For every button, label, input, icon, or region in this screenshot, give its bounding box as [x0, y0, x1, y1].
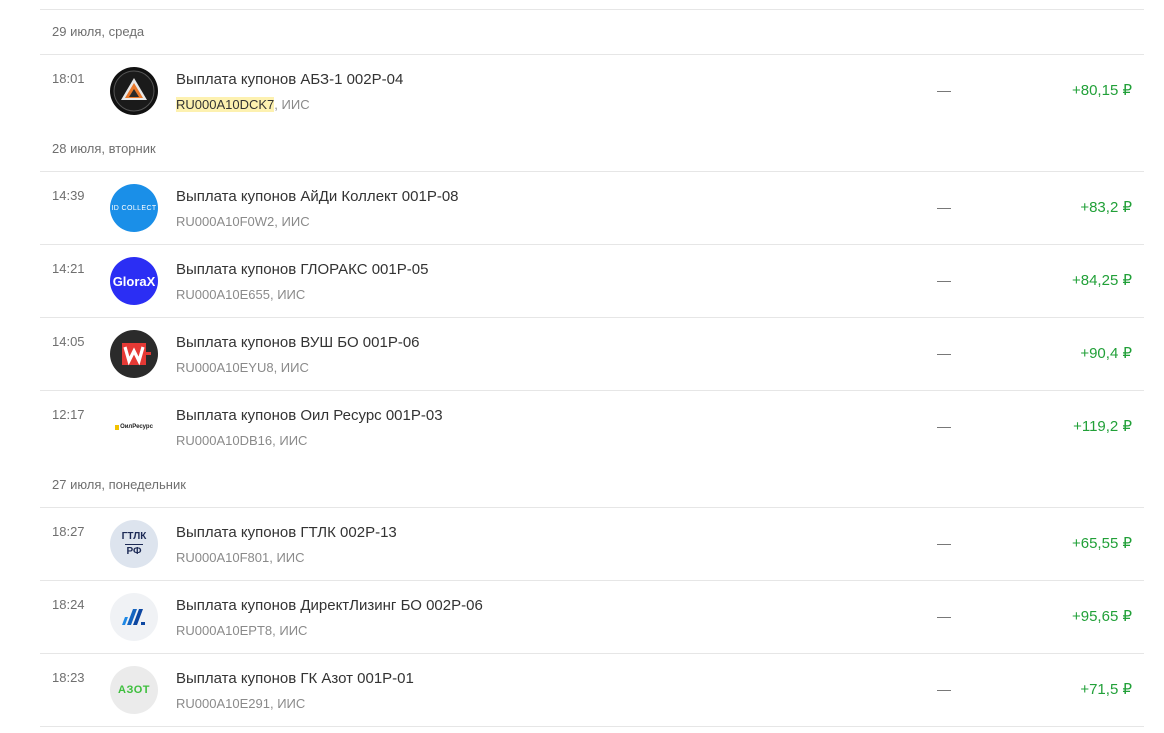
operation-subtitle: RU000A10E291, ИИС	[176, 696, 305, 712]
account-label: , ИИС	[272, 433, 308, 448]
divider	[40, 9, 1144, 10]
isin-code: RU000A10E655	[176, 287, 270, 302]
operation-dash: —	[937, 535, 951, 551]
operation-title: Выплата купонов ГТЛК 002Р-13	[176, 524, 397, 541]
gtlk-logo-icon: ГТЛК РФ	[110, 520, 158, 568]
glorax-logo-icon: GloraX	[110, 257, 158, 305]
operation-amount: +83,2 ₽	[1080, 199, 1132, 216]
operation-dash: —	[937, 272, 951, 288]
operation-subtitle: RU000A10F0W2, ИИС	[176, 214, 310, 230]
abz-1-logo-icon	[110, 67, 158, 115]
operation-amount: +80,15 ₽	[1071, 82, 1132, 99]
account-label: , ИИС	[274, 97, 310, 112]
operation-time: 18:24	[52, 597, 85, 612]
operation-row[interactable]: 18:24 Выплата купонов ДиректЛизинг БО 00…	[40, 581, 1144, 653]
operation-time: 14:05	[52, 334, 85, 349]
operation-title: Выплата купонов ДиректЛизинг БО 002P-06	[176, 597, 483, 614]
account-label: , ИИС	[274, 214, 310, 229]
operation-row[interactable]: 12:17 ОилРесурс Выплата купонов Оил Ресу…	[40, 391, 1144, 463]
operation-title: Выплата купонов Оил Ресурс 001P-03	[176, 407, 443, 424]
account-label: , ИИС	[269, 287, 306, 302]
date-header: 27 июля, понедельник	[52, 477, 186, 492]
operation-time: 14:21	[52, 261, 85, 276]
operation-title: Выплата купонов АБЗ-1 002P-04	[176, 71, 404, 88]
account-label: , ИИС	[273, 360, 309, 375]
operation-dash: —	[937, 418, 951, 434]
operation-time: 18:27	[52, 524, 85, 539]
isin-code: RU000A10E291	[176, 696, 270, 711]
operation-time: 14:39	[52, 188, 85, 203]
azot-logo-icon: АЗОТ	[110, 666, 158, 714]
whoosh-logo-icon	[110, 330, 158, 378]
operation-amount: +95,65 ₽	[1071, 608, 1132, 625]
isin-code: RU000A10DB16	[176, 433, 273, 448]
operation-title: Выплата купонов ГЛОРАКС 001Р-05	[176, 261, 429, 278]
operation-dash: —	[937, 345, 951, 361]
divider	[40, 726, 1144, 727]
operation-amount: +119,2 ₽	[1073, 418, 1132, 435]
account-label: , ИИС	[272, 623, 308, 638]
isin-code: RU000A10EYU8	[176, 360, 274, 375]
operation-time: 18:23	[52, 670, 85, 685]
account-label: , ИИС	[269, 696, 306, 711]
date-header: 28 июля, вторник	[52, 141, 156, 156]
operation-title: Выплата купонов ВУШ БО 001P-06	[176, 334, 420, 351]
operation-subtitle: RU000A10F801, ИИС	[176, 550, 305, 566]
operation-time: 12:17	[52, 407, 85, 422]
direct-leasing-logo-icon	[110, 593, 158, 641]
operation-amount: +90,4 ₽	[1080, 345, 1132, 362]
operation-subtitle: RU000A10E655, ИИС	[176, 287, 305, 303]
operation-dash: —	[937, 82, 951, 98]
operation-row[interactable]: 14:21 GloraX Выплата купонов ГЛОРАКС 001…	[40, 245, 1144, 317]
operation-dash: —	[937, 681, 951, 697]
operation-row[interactable]: 14:39 ID COLLECT Выплата купонов АйДи Ко…	[40, 172, 1144, 244]
isin-code: RU000A10EPT8	[176, 623, 273, 638]
operation-row[interactable]: 14:05 Выплата купонов ВУШ БО 001P-06 RU0…	[40, 318, 1144, 390]
operation-subtitle: RU000A10DB16, ИИС	[176, 433, 307, 449]
operation-subtitle: RU000A10EYU8, ИИС	[176, 360, 309, 376]
operation-dash: —	[937, 199, 951, 215]
account-label: , ИИС	[269, 550, 305, 565]
operation-row[interactable]: 18:27 ГТЛК РФ Выплата купонов ГТЛК 002Р-…	[40, 508, 1144, 580]
operation-amount: +71,5 ₽	[1080, 681, 1132, 698]
operation-amount: +65,55 ₽	[1071, 535, 1132, 552]
operation-subtitle: RU000A10DCK7, ИИС	[176, 97, 310, 113]
id-collect-logo-icon: ID COLLECT	[110, 184, 158, 232]
operation-row[interactable]: 18:01 Выплата купонов АБЗ-1 002P-04 RU00…	[40, 55, 1144, 127]
oil-resurs-logo-icon: ОилРесурс	[110, 403, 158, 451]
operation-title: Выплата купонов ГК Азот 001P-01	[176, 670, 414, 687]
operation-dash: —	[937, 608, 951, 624]
operation-time: 18:01	[52, 71, 85, 86]
isin-code: RU000A10F801	[176, 550, 270, 565]
isin-code: RU000A10DCK7	[176, 97, 275, 112]
operation-amount: +84,25 ₽	[1071, 272, 1132, 289]
operation-subtitle: RU000A10EPT8, ИИС	[176, 623, 307, 639]
date-header: 29 июля, среда	[52, 24, 145, 39]
operation-row[interactable]: 18:23 АЗОТ Выплата купонов ГК Азот 001P-…	[40, 654, 1144, 726]
isin-code: RU000A10F0W2	[176, 214, 275, 229]
operation-title: Выплата купонов АйДи Коллект 001P-08	[176, 188, 459, 205]
